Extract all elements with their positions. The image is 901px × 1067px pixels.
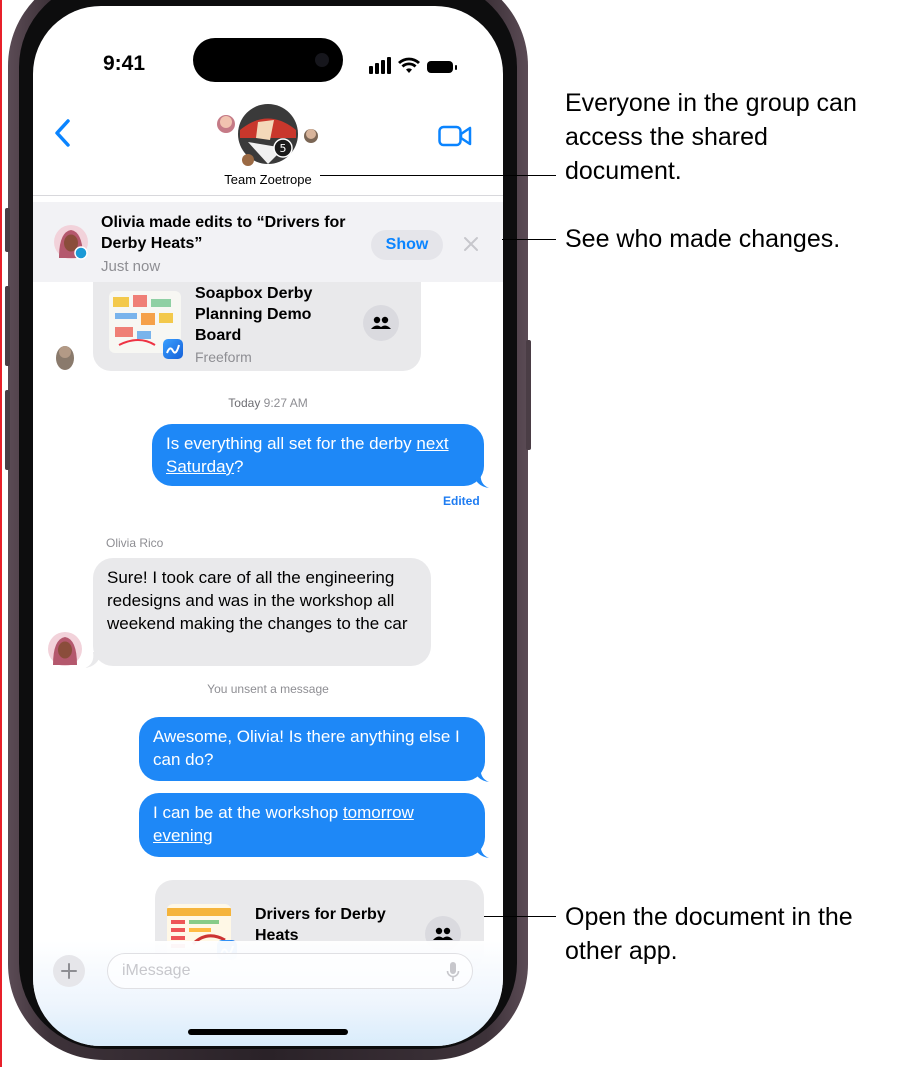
- outgoing-message[interactable]: Is everything all set for the derby next…: [152, 424, 484, 486]
- bubble-tail: [473, 842, 489, 858]
- avatar-badge: 5: [280, 142, 287, 155]
- card-title: Soapbox Derby Planning Demo Board: [195, 285, 313, 344]
- plus-icon: [61, 963, 77, 979]
- status-icons: [369, 52, 464, 76]
- freeform-app-icon: [163, 339, 183, 359]
- side-button: [526, 340, 531, 450]
- callout-group-access: Everyone in the group can access the sha…: [565, 89, 857, 185]
- timestamp-day: Today: [228, 396, 261, 410]
- banner-time: Just now: [101, 258, 161, 275]
- status-time: 9:41: [103, 52, 146, 75]
- callout-open-document: Open the document in the other app.: [565, 903, 853, 965]
- contact-avatar[interactable]: [47, 338, 83, 374]
- red-edge-marker: [0, 0, 2, 1067]
- timestamp-time: 9:27 AM: [263, 396, 308, 410]
- bubble-tail: [85, 652, 101, 668]
- callout-line: [484, 916, 556, 917]
- editor-avatar: [53, 224, 89, 260]
- dynamic-island: [193, 38, 343, 82]
- timestamp: Today 9:27 AM: [33, 396, 503, 410]
- header-divider: [33, 195, 503, 196]
- callout-see-changes: See who made changes.: [565, 225, 841, 253]
- video-call-icon[interactable]: [438, 124, 472, 148]
- group-avatar[interactable]: 5: [208, 102, 328, 172]
- battery-icon: [427, 61, 453, 73]
- edited-label[interactable]: Edited: [443, 494, 480, 508]
- message-input[interactable]: iMessage: [107, 953, 473, 989]
- card-subtitle: Freeform: [195, 349, 252, 365]
- message-text: Is everything all set for the derby: [166, 434, 417, 453]
- close-icon[interactable]: [461, 234, 481, 254]
- callout-line: [502, 239, 556, 240]
- input-placeholder: iMessage: [122, 962, 191, 979]
- collaboration-icon[interactable]: [363, 305, 399, 341]
- signal-icon: [369, 66, 373, 74]
- sender-name: Olivia Rico: [106, 536, 164, 550]
- unsent-notice: You unsent a message: [207, 682, 329, 696]
- show-button[interactable]: Show: [371, 230, 443, 260]
- back-chevron-icon[interactable]: [53, 118, 73, 148]
- outgoing-message[interactable]: I can be at the workshop tomorrow evenin…: [139, 793, 485, 857]
- bubble-tail: [473, 472, 489, 488]
- outgoing-message[interactable]: Awesome, Olivia! Is there anything else …: [139, 717, 485, 781]
- action-button: [5, 208, 10, 252]
- composer-bar: iMessage: [33, 941, 503, 1046]
- sender-avatar[interactable]: [47, 631, 83, 667]
- incoming-message[interactable]: Sure! I took care of all the engineering…: [93, 558, 431, 666]
- card-title: Drivers for Derby Heats: [255, 906, 386, 944]
- volume-down-button: [5, 390, 10, 470]
- message-text: I can be at the workshop: [153, 803, 343, 822]
- callout-line: [320, 175, 556, 176]
- banner-title: Olivia made edits to “Drivers for Derby …: [101, 214, 346, 252]
- apps-button[interactable]: [53, 955, 85, 987]
- phone-screen: 9:41 5 Team Zoetrope Soapbox Derby Plann…: [33, 6, 503, 1046]
- volume-up-button: [5, 286, 10, 366]
- message-text-end: ?: [234, 457, 244, 476]
- home-indicator: [188, 1029, 348, 1035]
- microphone-icon[interactable]: [446, 961, 460, 983]
- bubble-tail: [473, 766, 489, 782]
- edit-notification-banner[interactable]: Olivia made edits to “Drivers for Derby …: [33, 202, 503, 282]
- wifi-icon: [398, 57, 420, 73]
